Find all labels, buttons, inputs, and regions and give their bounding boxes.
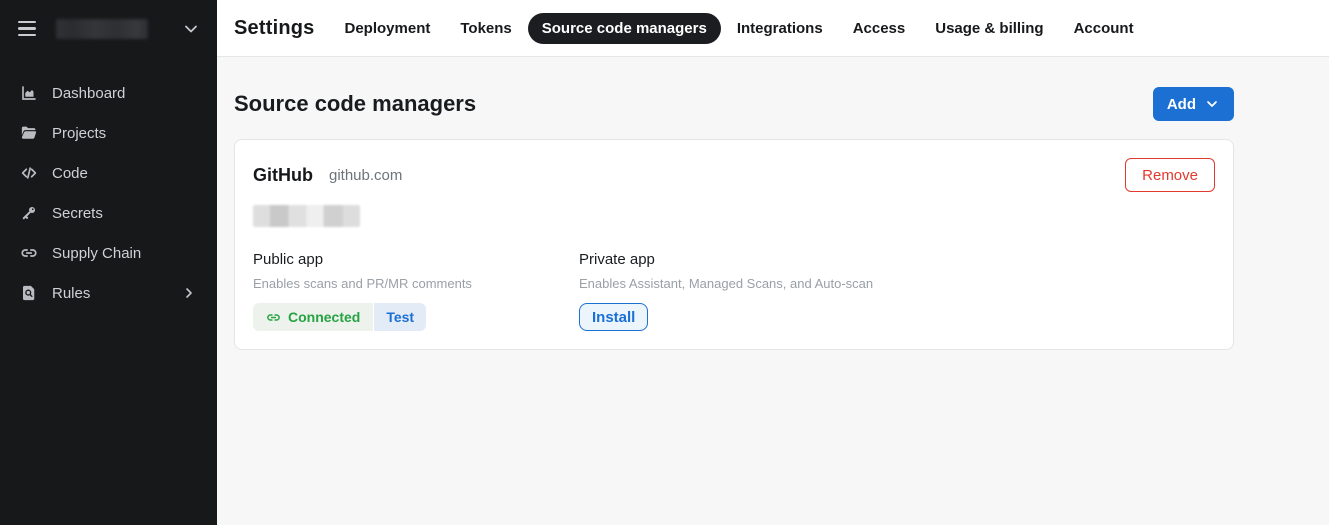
settings-topbar: Settings Deployment Tokens Source code m… [217, 0, 1329, 57]
sidebar-item-projects[interactable]: Projects [0, 113, 217, 153]
tab-usage-billing[interactable]: Usage & billing [921, 13, 1057, 44]
content-area: Source code managers Add GitHub github.c… [217, 57, 1329, 525]
public-app-description: Enables scans and PR/MR comments [253, 276, 579, 291]
private-app-actions: Install [579, 303, 873, 331]
private-app-column: Private app Enables Assistant, Managed S… [579, 251, 873, 331]
link-icon [266, 310, 281, 325]
settings-tabs: Deployment Tokens Source code managers I… [331, 13, 1148, 44]
test-button[interactable]: Test [374, 303, 426, 331]
redacted-account-text [253, 205, 360, 227]
sidebar-item-rules[interactable]: Rules [0, 273, 217, 313]
sidebar-header [0, 0, 217, 57]
install-button[interactable]: Install [579, 303, 648, 331]
sidebar-item-code[interactable]: Code [0, 153, 217, 193]
chevron-down-icon [1204, 96, 1220, 112]
tab-integrations[interactable]: Integrations [723, 13, 837, 44]
tab-deployment[interactable]: Deployment [331, 13, 445, 44]
code-icon [20, 164, 38, 182]
public-app-actions: Connected Test [253, 303, 579, 331]
chevron-right-icon [181, 285, 197, 301]
connected-status-label: Connected [288, 309, 360, 325]
hamburger-menu-icon[interactable] [16, 19, 38, 38]
public-app-title: Public app [253, 251, 579, 268]
sidebar-item-label: Supply Chain [52, 245, 141, 262]
tab-source-code-managers[interactable]: Source code managers [528, 13, 721, 44]
scm-name: GitHub [253, 165, 313, 186]
section-heading-row: Source code managers Add [234, 87, 1234, 121]
card-header: GitHub github.com Remove [253, 158, 1215, 192]
github-scm-card: GitHub github.com Remove Public app Enab… [234, 139, 1234, 350]
scm-domain: github.com [329, 167, 402, 184]
key-icon [20, 204, 38, 222]
link-icon [20, 244, 38, 262]
tab-tokens[interactable]: Tokens [446, 13, 525, 44]
document-search-icon [20, 284, 38, 302]
sidebar-item-label: Rules [52, 285, 90, 302]
apps-row: Public app Enables scans and PR/MR comme… [253, 251, 1215, 331]
connected-status-badge: Connected [253, 303, 373, 331]
org-switcher-chevron-down-icon[interactable] [181, 19, 201, 39]
page-title: Settings [234, 17, 315, 40]
tab-account[interactable]: Account [1060, 13, 1148, 44]
folder-open-icon [20, 124, 38, 142]
sidebar: Dashboard Projects Code Secrets [0, 0, 217, 525]
section-title: Source code managers [234, 91, 476, 117]
tab-access[interactable]: Access [839, 13, 920, 44]
org-logo-redacted [56, 19, 148, 39]
add-button-label: Add [1167, 96, 1196, 113]
sidebar-nav: Dashboard Projects Code Secrets [0, 57, 217, 313]
private-app-title: Private app [579, 251, 873, 268]
chart-icon [20, 84, 38, 102]
sidebar-item-label: Projects [52, 125, 106, 142]
main-area: Settings Deployment Tokens Source code m… [217, 0, 1329, 525]
remove-button[interactable]: Remove [1125, 158, 1215, 192]
sidebar-item-label: Secrets [52, 205, 103, 222]
add-button[interactable]: Add [1153, 87, 1234, 121]
sidebar-item-supply-chain[interactable]: Supply Chain [0, 233, 217, 273]
private-app-description: Enables Assistant, Managed Scans, and Au… [579, 276, 873, 291]
public-app-column: Public app Enables scans and PR/MR comme… [253, 251, 579, 331]
sidebar-item-dashboard[interactable]: Dashboard [0, 73, 217, 113]
sidebar-item-label: Dashboard [52, 85, 125, 102]
sidebar-item-secrets[interactable]: Secrets [0, 193, 217, 233]
app-root: Dashboard Projects Code Secrets [0, 0, 1329, 525]
sidebar-item-label: Code [52, 165, 88, 182]
